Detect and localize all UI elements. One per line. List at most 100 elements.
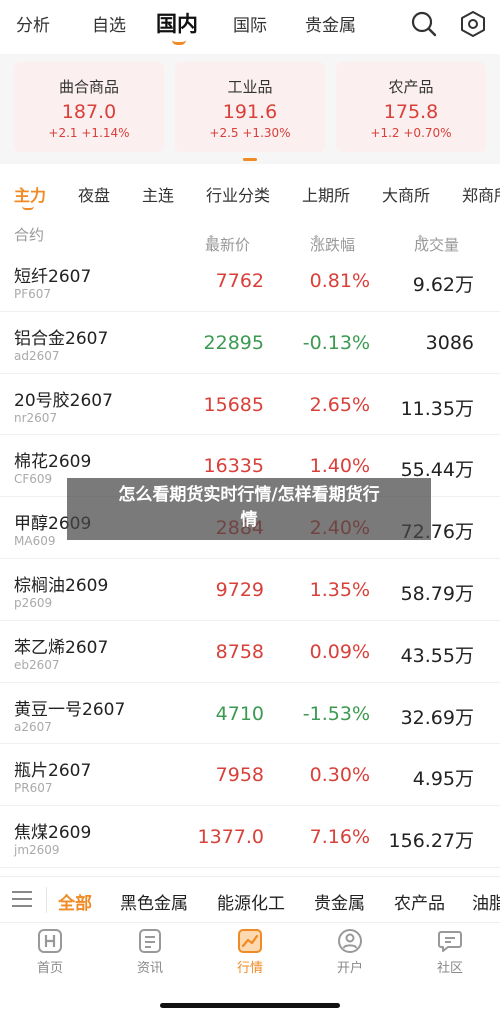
tab-precious-metals[interactable]: 贵金属: [305, 11, 356, 36]
latest-price: 7762: [215, 270, 264, 292]
subtab-continuous[interactable]: 主连: [142, 182, 174, 206]
volume: 4.95万: [412, 768, 474, 791]
contract-name: 瓶片2607: [14, 761, 92, 782]
contract-name: 棉花2609: [14, 452, 92, 473]
latest-price: 9729: [215, 578, 264, 601]
contract-name: 黄豆一号2607: [14, 699, 126, 720]
bottom-navigation: 首页 资讯 行情 开户 社区: [0, 922, 500, 1018]
change-percent: 1.40%: [309, 455, 370, 478]
index-change: +2.5 +1.30%: [209, 126, 291, 140]
contract-name: 焦煤2609: [14, 823, 92, 844]
latest-price: 8758: [215, 640, 264, 663]
nav-market-label: 行情: [236, 961, 263, 976]
change-percent: 1.35%: [309, 578, 370, 601]
overlay-line-2: 情: [240, 510, 258, 530]
latest-price: 7958: [215, 764, 264, 787]
table-row[interactable]: 焦煤2609 jm2609 1377.0 7.16% 156.27万: [0, 806, 500, 868]
subtab-main[interactable]: 主力: [14, 182, 46, 206]
contract-code: jm2609: [14, 843, 60, 858]
category-oils[interactable]: 油脂: [472, 889, 500, 914]
contract-name: 短纤2607: [14, 267, 92, 287]
contract-code: PR607: [14, 781, 53, 796]
nav-community[interactable]: 社区: [420, 927, 480, 976]
table-row[interactable]: 苯乙烯2607 eb2607 8758 0.09% 43.55万: [0, 621, 500, 683]
table-row[interactable]: 20号胶2607 nr2607 15685 2.65% 11.35万: [0, 374, 500, 436]
subtab-czce[interactable]: 郑商所: [462, 182, 500, 206]
index-name: 农产品: [388, 78, 434, 96]
sort-icon: ⬍: [312, 234, 321, 245]
index-price: 175.8: [383, 101, 439, 123]
tab-domestic[interactable]: 国内: [156, 8, 198, 38]
subtab-dce[interactable]: 大商所: [382, 182, 430, 206]
nav-market[interactable]: 行情: [220, 927, 280, 976]
volume: 11.35万: [400, 397, 474, 420]
table-row[interactable]: 短纤2607 PF607 7762 0.81% 9.62万: [0, 250, 500, 312]
category-ferrous[interactable]: 黑色金属: [120, 889, 188, 914]
latest-price: 16335: [203, 455, 264, 478]
nav-account[interactable]: 开户: [320, 927, 380, 976]
tab-watchlist[interactable]: 自选: [92, 11, 126, 36]
subtab-industry[interactable]: 行业分类: [206, 182, 270, 206]
index-price: 187.0: [61, 101, 117, 123]
nav-news[interactable]: 资讯: [120, 927, 180, 976]
menu-icon[interactable]: [12, 891, 32, 912]
nav-community-label: 社区: [436, 961, 463, 976]
contract-name: 棕榈油2609: [14, 575, 109, 596]
contract-name: 铝合金2607: [14, 328, 109, 349]
subtab-active-indicator: [22, 206, 34, 210]
change-percent: 2.65%: [309, 393, 370, 416]
table-row[interactable]: 铝合金2607 ad2607 22895 -0.13% 3086: [0, 312, 500, 374]
contract-code: ad2607: [14, 348, 60, 363]
table-row[interactable]: 黄豆一号2607 a2607 4710 -1.53% 32.69万: [0, 683, 500, 745]
home-h-icon: [38, 929, 62, 953]
index-change: +1.2 +0.70%: [370, 126, 452, 140]
contract-code: PF607: [14, 287, 52, 301]
table-row[interactable]: 棕榈油2609 p2609 9729 1.35% 58.79万: [0, 559, 500, 621]
change-percent: 0.30%: [309, 764, 370, 787]
category-all[interactable]: 全部: [58, 889, 92, 914]
change-percent: 7.16%: [309, 826, 370, 849]
sort-icon: ⬍: [416, 234, 425, 245]
latest-price: 4710: [215, 702, 264, 725]
index-card[interactable]: 曲合商品 187.0 +2.1 +1.14%: [14, 62, 164, 152]
category-bar: 全部 黑色金属 能源化工 贵金属 农产品 油脂: [0, 876, 500, 922]
contract-code: eb2607: [14, 657, 60, 672]
index-change: +2.1 +1.14%: [48, 126, 130, 140]
table-header: 合约 最新价 ⬍ 涨跌幅 ⬍ 成交量 ⬍: [0, 214, 500, 254]
index-card[interactable]: 工业品 191.6 +2.5 +1.30%: [175, 62, 325, 152]
index-price: 191.6: [222, 101, 278, 123]
index-card[interactable]: 农产品 175.8 +1.2 +0.70%: [336, 62, 486, 152]
volume: 156.27万: [388, 830, 474, 853]
volume: 58.79万: [400, 582, 474, 605]
market-chart-icon: [238, 929, 262, 953]
article-title-overlay: 怎么看期货实时行情/怎样看期货行 情: [67, 478, 431, 540]
category-precious[interactable]: 贵金属: [314, 889, 365, 914]
tab-international[interactable]: 国际: [233, 11, 267, 36]
change-percent: 0.81%: [309, 270, 370, 292]
contract-code: nr2607: [14, 410, 58, 425]
category-agri[interactable]: 农产品: [394, 889, 445, 914]
search-icon[interactable]: [410, 10, 438, 38]
nav-home[interactable]: 首页: [20, 927, 80, 976]
header-contract: 合约: [14, 226, 45, 244]
volume: 43.55万: [400, 644, 474, 667]
quote-list: 短纤2607 PF607 7762 0.81% 9.62万 铝合金2607 ad…: [0, 250, 500, 868]
category-energy-chem[interactable]: 能源化工: [217, 889, 285, 914]
table-row[interactable]: 瓶片2607 PR607 7958 0.30% 4.95万: [0, 744, 500, 807]
community-chat-icon: [438, 931, 462, 952]
settings-hexagon-icon[interactable]: [459, 10, 487, 38]
latest-price: 15685: [203, 393, 264, 416]
contract-name: 苯乙烯2607: [14, 637, 109, 658]
change-percent: 0.09%: [309, 640, 370, 663]
divider: [46, 887, 47, 913]
carousel-page-indicator: [243, 158, 257, 161]
change-percent: -1.53%: [302, 702, 370, 725]
top-navigation: 分析 自选 国内 国际 贵金属: [0, 0, 500, 50]
volume: 32.69万: [400, 706, 474, 729]
contract-name: 20号胶2607: [14, 390, 113, 411]
tab-analysis[interactable]: 分析: [16, 11, 50, 36]
index-name: 曲合商品: [58, 78, 119, 96]
subtab-shfe[interactable]: 上期所: [302, 182, 350, 206]
nav-home-label: 首页: [36, 961, 63, 976]
subtab-night[interactable]: 夜盘: [78, 182, 110, 206]
